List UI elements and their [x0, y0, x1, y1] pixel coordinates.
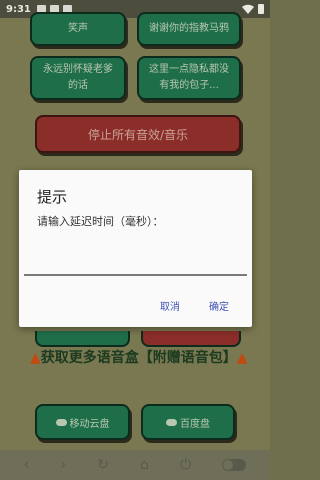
mobile-cloud-button[interactable]: 移动云盘: [35, 404, 130, 440]
fire-icon: ▲: [30, 350, 41, 366]
wifi-icon: [242, 4, 254, 14]
ok-button[interactable]: 确定: [209, 298, 229, 313]
stop-all-label: 停止所有音效/音乐: [87, 127, 189, 142]
reload-icon[interactable]: ↻: [97, 457, 109, 473]
sound-button-label: 笑声: [68, 23, 88, 34]
sound-button-label: 这里一点隐私都没有我的包子...: [149, 64, 229, 91]
sound-button-thanks[interactable]: 谢谢你的指教马鸦: [137, 12, 241, 46]
promo-text: 获取更多语音盒【附赠语音包】: [40, 350, 237, 366]
stop-all-button[interactable]: 停止所有音效/音乐: [35, 115, 241, 153]
delay-input-dialog: 提示 请输入延迟时间（毫秒）： 取消 确定: [19, 170, 252, 327]
sound-button-no-privacy[interactable]: 这里一点隐私都没有我的包子...: [137, 56, 241, 100]
back-icon[interactable]: ‹: [24, 457, 30, 473]
hidden-green-button[interactable]: [35, 331, 130, 347]
status-time: 9:31: [6, 3, 31, 15]
sound-button-laugh[interactable]: 笑声: [30, 12, 126, 46]
sound-button-label: 永远别怀疑老爹的话: [43, 64, 113, 91]
battery-icon: [258, 4, 264, 14]
baidu-pan-button[interactable]: 百度盘: [141, 404, 235, 440]
forward-icon[interactable]: ›: [60, 457, 66, 473]
dialog-title: 提示: [37, 188, 68, 206]
toggle-switch[interactable]: [222, 459, 247, 471]
sound-button-never-doubt[interactable]: 永远别怀疑老爹的话: [30, 56, 126, 100]
promo-heading: ▲获取更多语音盒【附赠语音包】▲: [30, 348, 255, 368]
power-icon[interactable]: ⏻: [180, 457, 191, 473]
cloud-icon: [55, 418, 67, 426]
cancel-button[interactable]: 取消: [160, 298, 180, 313]
cloud-button-label: 移动云盘: [69, 418, 110, 430]
sound-button-label: 谢谢你的指教马鸦: [149, 23, 229, 34]
hidden-red-button[interactable]: [141, 331, 241, 347]
cloud-icon: [166, 418, 177, 426]
dialog-message: 请输入延迟时间（毫秒）：: [37, 215, 164, 228]
browser-nav-bar: ‹ › ↻ ⌂ ⏻: [0, 450, 270, 480]
home-icon[interactable]: ⌂: [140, 457, 149, 473]
delay-input-field[interactable]: [24, 274, 247, 276]
fire-icon: ▲: [236, 350, 248, 366]
cloud-button-label: 百度盘: [180, 418, 210, 430]
